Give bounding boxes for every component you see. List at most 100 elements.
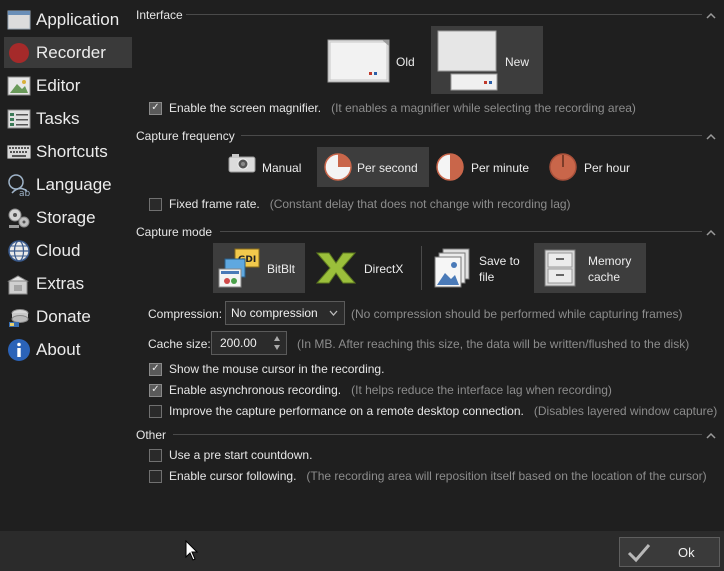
collapse-chevron-icon[interactable] — [706, 132, 716, 140]
record-icon — [7, 42, 31, 64]
sidebar-item-label: Application — [36, 9, 120, 29]
memory-cache-label-line1: Memory — [588, 254, 632, 268]
mouse-pointer-icon — [185, 540, 199, 561]
spin-updown-icon[interactable] — [273, 335, 281, 351]
capture-mode-bitblt[interactable]: GDI BitBlt — [213, 243, 305, 293]
keyboard-icon — [7, 141, 31, 163]
cursor-following-hint: (The recording area will reposition itse… — [306, 469, 707, 483]
cache-size-hint: (In MB. After reaching this size, the da… — [297, 337, 690, 351]
collapse-chevron-icon[interactable] — [706, 228, 716, 236]
ok-button[interactable]: Ok — [619, 537, 720, 567]
capture-mode-directx[interactable]: DirectX — [310, 243, 410, 293]
countdown-checkbox[interactable] — [149, 448, 162, 462]
clock-hour-icon — [549, 153, 577, 184]
cache-size-label: Cache size: — [148, 337, 211, 351]
async-recording-checkbox[interactable]: ✓ — [149, 383, 162, 397]
remote-desktop-checkbox[interactable] — [149, 404, 162, 418]
storage-option-memory-cache[interactable]: Memory cache — [534, 243, 646, 293]
show-cursor-checkbox[interactable]: ✓ — [149, 362, 162, 376]
sidebar-item-label: Cloud — [36, 240, 81, 260]
frequency-option-manual[interactable]: Manual — [226, 147, 312, 187]
show-cursor-option[interactable]: ✓ Show the mouse cursor in the recording… — [149, 362, 384, 376]
section-divider — [173, 434, 702, 435]
compression-dropdown[interactable]: No compression — [225, 301, 345, 325]
cursor-following-label: Enable cursor following. — [169, 469, 297, 483]
ok-button-label: Ok — [678, 545, 695, 560]
bitblt-label: BitBlt — [267, 262, 296, 276]
chevron-down-icon — [329, 310, 338, 316]
remote-desktop-label: Improve the capture performance on a rem… — [169, 404, 524, 418]
memory-cache-icon — [544, 249, 576, 290]
sidebar-item-language[interactable]: ab Language — [4, 169, 132, 200]
sidebar-item-recorder[interactable]: Recorder — [4, 37, 132, 68]
section-title-capture-frequency: Capture frequency — [136, 129, 235, 143]
svg-text:ab: ab — [19, 189, 31, 197]
sidebar-item-label: Tasks — [36, 108, 80, 128]
cursor-following-checkbox[interactable] — [149, 469, 162, 483]
frequency-option-per-hour[interactable]: Per hour — [547, 147, 647, 187]
interface-option-new[interactable]: New — [431, 26, 543, 94]
remote-desktop-option[interactable]: Improve the capture performance on a rem… — [149, 404, 717, 418]
sidebar-item-label: Language — [36, 174, 112, 194]
frequency-option-per-second[interactable]: Per second — [317, 147, 429, 187]
gdi-bitblt-icon: GDI — [217, 247, 261, 294]
donate-coins-icon — [7, 306, 31, 328]
sidebar-item-tasks[interactable]: Tasks — [4, 103, 132, 134]
sidebar-item-storage[interactable]: Storage — [4, 202, 132, 233]
compression-hint: (No compression should be performed whil… — [351, 307, 683, 321]
magnifier-option[interactable]: ✓ Enable the screen magnifier. (It enabl… — [149, 101, 636, 115]
save-to-file-label-line1: Save to — [479, 254, 520, 268]
magnifier-hint: (It enables a magnifier while selecting … — [331, 101, 636, 115]
frequency-option-per-minute[interactable]: Per minute — [434, 147, 534, 187]
checkmark-icon — [627, 544, 651, 563]
async-recording-label: Enable asynchronous recording. — [169, 383, 342, 397]
async-recording-option[interactable]: ✓ Enable asynchronous recording. (It hel… — [149, 383, 612, 397]
save-to-file-icon — [431, 247, 473, 294]
info-icon — [7, 338, 31, 361]
cache-size-value: 200.00 — [220, 336, 257, 350]
recorder-settings-panel: Interface Old New ✓ Enable the screen ma… — [134, 0, 724, 531]
sidebar-item-editor[interactable]: Editor — [4, 70, 132, 101]
sidebar-item-shortcuts[interactable]: Shortcuts — [4, 136, 132, 167]
remote-desktop-hint: (Disables layered window capture) — [533, 404, 718, 418]
interface-option-old[interactable]: Old — [324, 26, 428, 94]
sidebar-item-donate[interactable]: Donate — [4, 301, 132, 332]
countdown-label: Use a pre start countdown. — [169, 448, 313, 462]
compression-value: No compression — [231, 306, 318, 320]
cursor-following-option[interactable]: Enable cursor following. (The recording … — [149, 469, 707, 483]
collapse-chevron-icon[interactable] — [706, 431, 716, 439]
section-title-interface: Interface — [136, 8, 183, 22]
new-interface-icon — [437, 30, 499, 95]
old-interface-icon — [327, 39, 391, 86]
directx-label: DirectX — [364, 262, 404, 276]
sidebar-item-extras[interactable]: Extras — [4, 268, 132, 299]
cache-size-input[interactable]: 200.00 — [211, 331, 287, 355]
sidebar-item-about[interactable]: About — [4, 334, 132, 365]
fixed-frame-rate-option[interactable]: Fixed frame rate. (Constant delay that d… — [149, 197, 571, 211]
section-divider — [241, 135, 702, 136]
clock-second-icon — [324, 153, 352, 184]
countdown-option[interactable]: Use a pre start countdown. — [149, 448, 312, 462]
magnifier-label: Enable the screen magnifier. — [169, 101, 322, 115]
fixed-frame-rate-label: Fixed frame rate. — [169, 197, 260, 211]
sidebar-item-label: Recorder — [36, 42, 106, 62]
save-to-file-label-line2: file — [479, 270, 495, 284]
frequency-label-per-hour: Per hour — [584, 161, 631, 175]
sidebar-item-cloud[interactable]: Cloud — [4, 235, 132, 266]
globe-icon — [7, 239, 31, 262]
sidebar-item-label: Editor — [36, 75, 81, 95]
section-divider — [186, 14, 702, 15]
sidebar: Application Recorder Editor Tasks Shortc… — [0, 0, 134, 531]
sidebar-item-label: Donate — [36, 306, 91, 326]
sidebar-item-application[interactable]: Application — [4, 4, 132, 35]
async-recording-hint: (It helps reduce the interface lag when … — [351, 383, 612, 397]
footer-bar — [0, 531, 724, 571]
magnifier-checkbox[interactable]: ✓ — [149, 101, 162, 115]
translate-icon: ab — [7, 173, 31, 197]
section-title-other: Other — [136, 428, 167, 442]
storage-option-save-to-file[interactable]: Save to file — [427, 243, 527, 293]
fixed-frame-rate-checkbox[interactable] — [149, 197, 162, 211]
sidebar-item-label: Shortcuts — [36, 141, 108, 161]
collapse-chevron-icon[interactable] — [706, 11, 716, 19]
clock-minute-icon — [436, 153, 464, 184]
